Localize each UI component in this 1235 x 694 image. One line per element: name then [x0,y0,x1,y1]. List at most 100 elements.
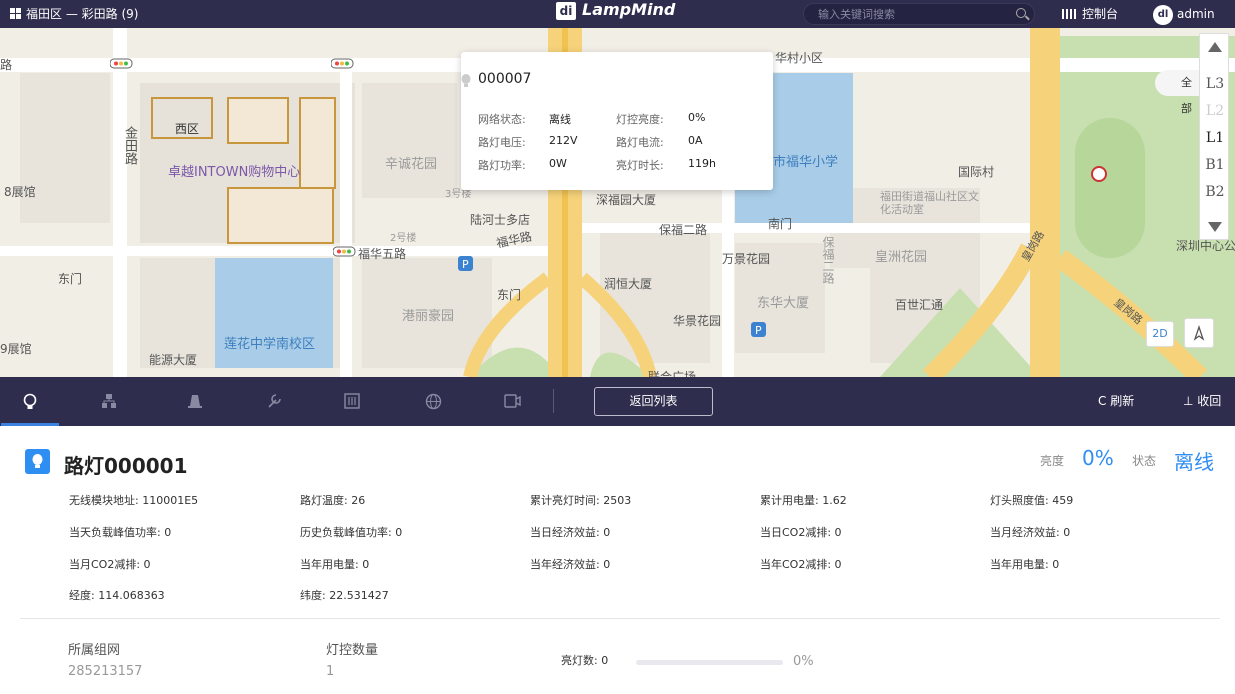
top-bar: 福田区 — 彩田路 (9) di LampMind 控制台 dladmin [0,0,1235,28]
field-item: 当日CO2减排: 0 [760,526,842,539]
popup-value: 0W [549,157,567,170]
field-item: 无线模块地址: 110001E5 [69,494,199,507]
back-to-list-button[interactable]: 返回列表 [594,387,713,416]
collapse-button[interactable]: ⊥ 收回 [1183,377,1221,426]
map-label: 华村小区 [775,51,824,65]
popup-value: 0A [688,134,703,147]
globe-icon [425,393,442,410]
tab-network[interactable] [80,377,138,426]
pole-icon [188,395,202,408]
field-item: 累计亮灯时间: 2503 [530,494,632,507]
map-view[interactable]: 路 西区 卓越INTOWN购物中心 金田路 8展馆 9展馆 东门 东门 辛诚花园… [0,28,1235,377]
collapse-icon: ⊥ [1183,394,1198,408]
refresh-button[interactable]: C 刷新 [1098,377,1134,426]
group-value: 285213157 [68,664,143,679]
console-icon [1062,9,1076,19]
map-label: 润恒大厦 [604,277,653,291]
map-label: 金田路 [122,126,137,165]
count-value: 1 [326,664,335,679]
popup-row: 路灯功率: 0W 亮灯时长: 119h [478,157,716,173]
field-item: 历史负载峰值功率: 0 [300,526,403,539]
field-item: 当年用电量: 0 [300,558,370,571]
popup-key: 灯控亮度: [616,113,664,126]
svg-text:P: P [462,258,469,271]
popup-value: 119h [688,157,716,170]
tab-camera[interactable] [483,377,541,426]
popup-row: 网络状态: 离线 灯控亮度: 0% [478,111,705,127]
map-label: 辛诚花园 [385,157,438,172]
popup-value: 离线 [549,113,571,126]
map-label: 8展馆 [4,185,36,199]
map-label: 福田街道福山社区文化活动室 [880,190,979,216]
floor-up-icon[interactable] [1208,42,1222,52]
map-label: 9展馆 [0,342,32,356]
refresh-icon: C [1098,394,1111,408]
svg-text:P: P [755,324,762,337]
console-label: 控制台 [1082,7,1119,21]
all-floors-button[interactable]: 全部 [1155,70,1199,115]
floor-item[interactable]: L2 [1200,103,1230,119]
popup-value: 0% [688,111,706,124]
collapse-label: 收回 [1197,394,1222,408]
map-label: 2号楼 [390,233,417,244]
tool-bar: 返回列表 C 刷新 ⊥ 收回 [0,377,1235,426]
refresh-label: 刷新 [1110,394,1135,408]
map-label: 国际村 [958,165,995,179]
map-label: 福华五路 [358,247,407,261]
lamp-icon [23,393,37,409]
field-item: 当年用电量: 0 [990,558,1060,571]
map-label: 路 [0,58,13,72]
divider [553,389,554,413]
status-value: 离线 [1174,450,1214,474]
field-item: 当天负载峰值功率: 0 [69,526,172,539]
map-label: 卓越INTOWN购物中心 [168,165,301,180]
field-item: 路灯温度: 26 [300,494,366,507]
field-item: 灯头照度值: 459 [990,494,1074,507]
logo-mark-icon: di [556,2,576,20]
traffic-light-icon [331,58,354,69]
search-input[interactable] [818,6,998,22]
field-item: 当年CO2减排: 0 [760,558,842,571]
popup-key: 亮灯时长: [616,159,664,172]
poi-icon [1091,166,1107,182]
logo-text: LampMind [582,0,676,19]
group-label: 所属组网 [68,643,121,658]
floor-item[interactable]: B2 [1200,184,1230,200]
network-icon [102,394,116,408]
floor-item[interactable]: L3 [1200,76,1230,92]
console-button[interactable]: 控制台 [1062,0,1118,28]
view-2d-button[interactable]: 2D [1146,321,1174,347]
user-menu[interactable]: dl admin [1153,0,1215,28]
map-label: 港丽豪园 [402,309,455,324]
field-item: 累计用电量: 1.62 [760,494,847,507]
parking-icon: P [751,322,766,337]
tab-maintenance[interactable] [245,377,303,426]
tab-pole[interactable] [166,377,224,426]
popup-row: 路灯电压: 212V 路灯电流: 0A [478,134,703,150]
lit-percent: 0% [793,654,814,669]
count-label: 灯控数量 [326,643,379,658]
field-item: 当年经济效益: 0 [530,558,611,571]
popup-value: 212V [549,134,578,147]
grid-icon [10,8,21,19]
tab-lamp[interactable] [1,377,59,426]
map-label: 东华大厦 [757,296,810,311]
traffic-light-icon [333,246,356,257]
floor-selector: L3 L2 L1 B1 B2 [1199,33,1229,240]
floor-down-icon[interactable] [1208,222,1222,232]
map-label: 保福二路 [821,236,835,284]
floor-item[interactable]: B1 [1200,157,1230,173]
search-icon[interactable] [1016,8,1026,18]
lamp-icon [25,449,50,474]
map-label: 南门 [768,217,793,231]
tab-globe[interactable] [404,377,462,426]
meter-icon [344,393,360,409]
field-item: 当月经济效益: 0 [990,526,1071,539]
tab-meter[interactable] [323,377,381,426]
breadcrumb[interactable]: 福田区 — 彩田路 (9) [10,0,138,28]
avatar: dl [1153,4,1173,25]
floor-item[interactable]: L1 [1200,130,1230,146]
map-label: 陆河士多店 [470,213,531,227]
locate-button[interactable] [1184,318,1214,348]
lit-progress-bar [636,660,783,665]
